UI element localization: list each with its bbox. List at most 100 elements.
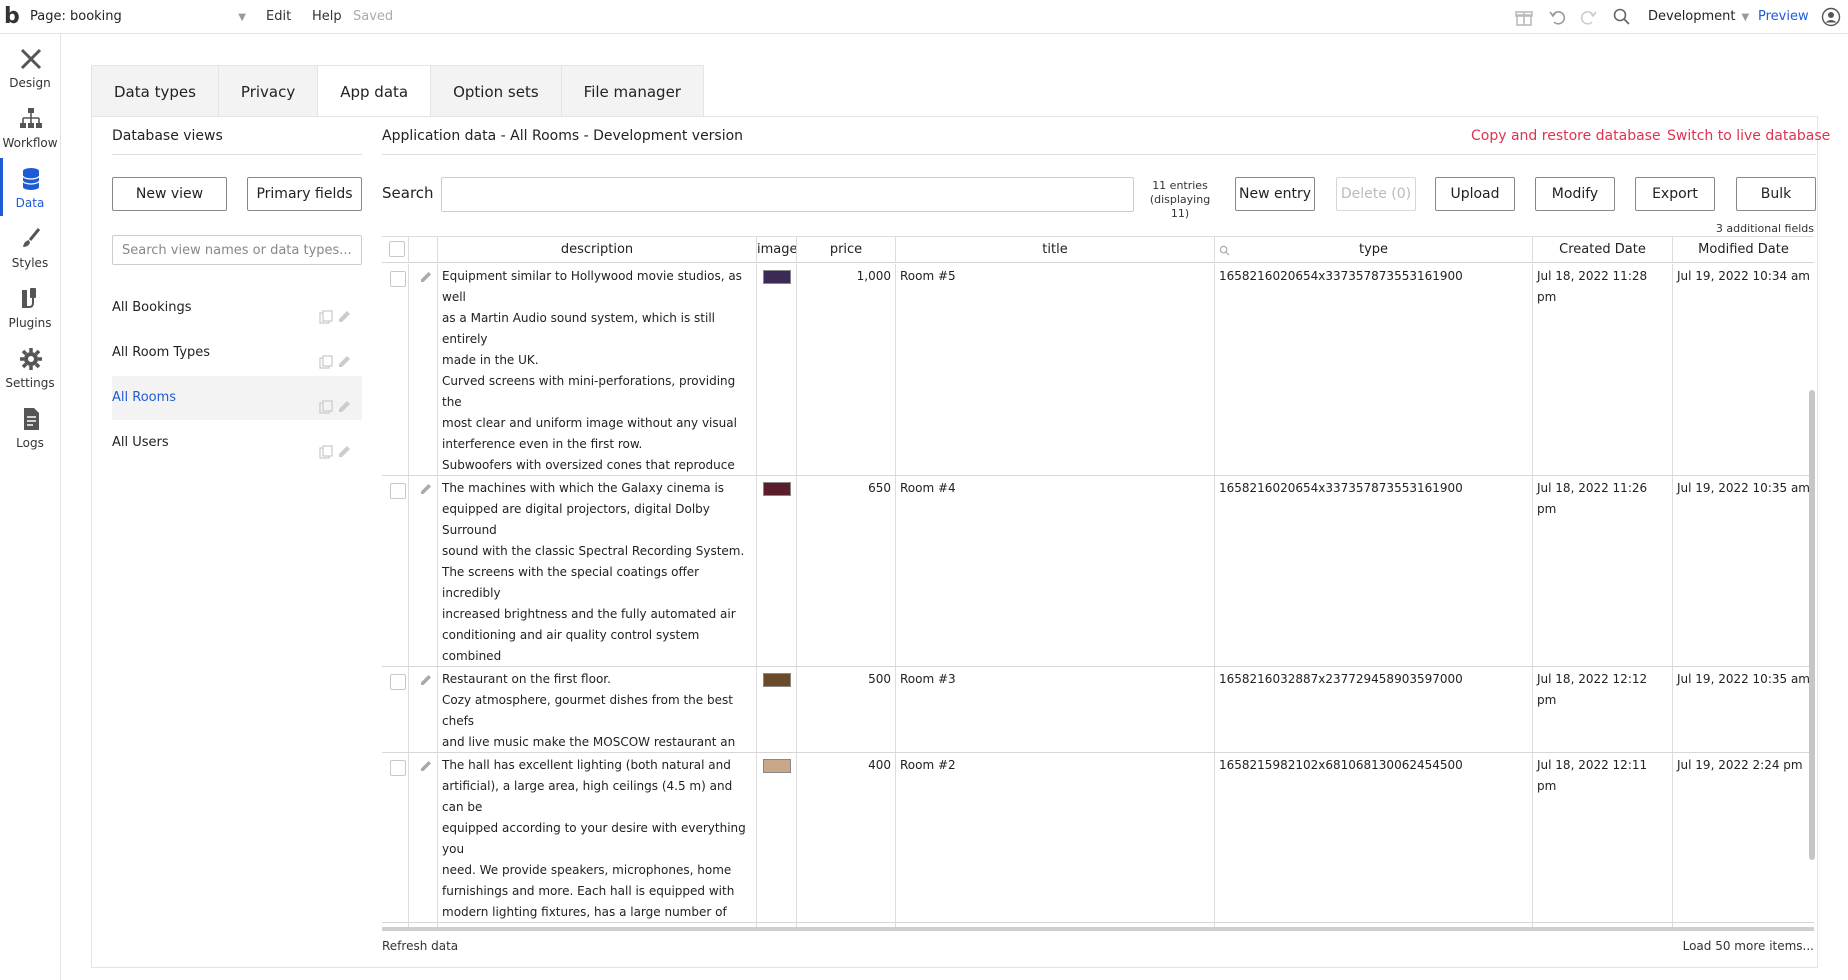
copy-icon[interactable] bbox=[318, 399, 334, 415]
created-date-cell[interactable]: Jul 18, 2022 12:11 pm bbox=[1533, 753, 1673, 922]
type-cell[interactable]: 1658216020654x337357873553161900 bbox=[1215, 264, 1533, 475]
view-item-all-users[interactable]: All Users bbox=[112, 421, 362, 465]
row-checkbox[interactable] bbox=[390, 271, 406, 287]
image-cell[interactable] bbox=[757, 753, 797, 922]
description-cell[interactable]: Restaurant on the first floor. Cozy atmos… bbox=[438, 667, 757, 752]
image-cell[interactable] bbox=[757, 667, 797, 752]
copy-icon[interactable] bbox=[318, 444, 334, 460]
price-cell[interactable]: 650 bbox=[797, 476, 896, 666]
redo-icon[interactable] bbox=[1578, 7, 1598, 27]
modified-date-cell[interactable]: Jul 19, 2022 10:34 am bbox=[1673, 264, 1814, 475]
created-date-cell[interactable]: Jul 18, 2022 11:28 pm bbox=[1533, 264, 1673, 475]
vertical-scrollbar[interactable] bbox=[1809, 390, 1815, 860]
room-thumbnail[interactable] bbox=[763, 482, 791, 496]
new-view-button[interactable]: New view bbox=[112, 177, 227, 211]
nav-plugins[interactable]: Plugins bbox=[0, 278, 60, 336]
pencil-icon[interactable] bbox=[336, 444, 352, 460]
price-cell[interactable]: 1,000 bbox=[797, 264, 896, 475]
search-input[interactable] bbox=[441, 177, 1134, 212]
room-thumbnail[interactable] bbox=[763, 759, 791, 773]
pencil-icon[interactable] bbox=[419, 673, 433, 687]
header-title[interactable]: title bbox=[896, 237, 1215, 262]
select-all-checkbox[interactable] bbox=[389, 241, 405, 257]
price-cell[interactable]: 400 bbox=[797, 753, 896, 922]
type-cell[interactable]: 1658216020654x337357873553161900 bbox=[1215, 476, 1533, 666]
load-more-link[interactable]: Load 50 more items... bbox=[1683, 939, 1814, 953]
switch-live-database-link[interactable]: Switch to live database bbox=[1667, 128, 1830, 144]
pencil-icon[interactable] bbox=[419, 482, 433, 496]
room-thumbnail[interactable] bbox=[763, 270, 791, 284]
title-cell[interactable]: Room #4 bbox=[896, 476, 1215, 666]
image-cell[interactable] bbox=[757, 476, 797, 666]
copy-icon[interactable] bbox=[318, 309, 334, 325]
pencil-icon[interactable] bbox=[419, 759, 433, 773]
row-checkbox[interactable] bbox=[390, 760, 406, 776]
copy-icon[interactable] bbox=[318, 354, 334, 370]
nav-settings[interactable]: Settings bbox=[0, 338, 60, 396]
header-created-date[interactable]: Created Date bbox=[1533, 237, 1673, 262]
refresh-data-link[interactable]: Refresh data bbox=[382, 939, 458, 953]
export-button[interactable]: Export bbox=[1635, 177, 1715, 211]
table-row[interactable]: Equipment similar to Hollywood movie stu… bbox=[382, 264, 1814, 476]
nav-styles[interactable]: Styles bbox=[0, 218, 60, 276]
price-cell[interactable]: 500 bbox=[797, 667, 896, 752]
new-entry-button[interactable]: New entry bbox=[1235, 177, 1315, 211]
row-checkbox[interactable] bbox=[390, 674, 406, 690]
header-description[interactable]: description bbox=[438, 237, 757, 262]
tab-privacy[interactable]: Privacy bbox=[217, 65, 318, 117]
nav-workflow[interactable]: Workflow bbox=[0, 98, 60, 156]
search-views-input[interactable] bbox=[112, 235, 362, 265]
view-item-all-rooms[interactable]: All Rooms bbox=[112, 376, 362, 420]
description-cell[interactable]: The hall has excellent lighting (both na… bbox=[438, 753, 757, 922]
created-date-cell[interactable]: Jul 18, 2022 11:26 pm bbox=[1533, 476, 1673, 666]
copy-restore-database-link[interactable]: Copy and restore database bbox=[1471, 128, 1661, 144]
primary-fields-button[interactable]: Primary fields bbox=[247, 177, 362, 211]
table-row[interactable]: Restaurant on the first floor. Cozy atmos… bbox=[382, 667, 1814, 753]
delete-button[interactable]: Delete (0) bbox=[1336, 177, 1416, 211]
pencil-icon[interactable] bbox=[419, 270, 433, 284]
image-cell[interactable] bbox=[757, 264, 797, 475]
view-item-all-room-types[interactable]: All Room Types bbox=[112, 331, 362, 375]
nav-logs[interactable]: Logs bbox=[0, 398, 60, 456]
header-image[interactable]: image bbox=[757, 237, 797, 262]
horizontal-scrollbar[interactable] bbox=[382, 927, 1814, 931]
modified-date-cell[interactable]: Jul 19, 2022 2:24 pm bbox=[1673, 753, 1814, 922]
menu-help[interactable]: Help bbox=[312, 6, 342, 28]
additional-fields-link[interactable]: 3 additional fields bbox=[1716, 222, 1814, 235]
pencil-icon[interactable] bbox=[336, 309, 352, 325]
title-cell[interactable]: Room #3 bbox=[896, 667, 1215, 752]
table-row[interactable]: The machines with which the Galaxy cinem… bbox=[382, 476, 1814, 667]
undo-icon[interactable] bbox=[1548, 7, 1568, 27]
nav-data[interactable]: Data bbox=[0, 158, 60, 216]
header-price[interactable]: price bbox=[797, 237, 896, 262]
menu-edit[interactable]: Edit bbox=[266, 6, 291, 28]
modify-button[interactable]: Modify bbox=[1535, 177, 1615, 211]
room-thumbnail[interactable] bbox=[763, 673, 791, 687]
bubble-logo[interactable]: b bbox=[4, 4, 26, 30]
tab-app-data[interactable]: App data bbox=[317, 65, 431, 117]
view-item-all-bookings[interactable]: All Bookings bbox=[112, 286, 362, 330]
modified-date-cell[interactable]: Jul 19, 2022 10:35 am bbox=[1673, 476, 1814, 666]
type-cell[interactable]: 1658216032887x237729458903597000 bbox=[1215, 667, 1533, 752]
tab-file-manager[interactable]: File manager bbox=[560, 65, 704, 117]
description-cell[interactable]: Equipment similar to Hollywood movie stu… bbox=[438, 264, 757, 475]
modified-date-cell[interactable]: Jul 19, 2022 10:35 am bbox=[1673, 667, 1814, 752]
nav-design[interactable]: Design bbox=[0, 38, 60, 96]
environment-selector[interactable]: Development ▼ bbox=[1648, 6, 1749, 28]
created-date-cell[interactable]: Jul 18, 2022 12:12 pm bbox=[1533, 667, 1673, 752]
tab-data-types[interactable]: Data types bbox=[91, 65, 218, 117]
upload-button[interactable]: Upload bbox=[1435, 177, 1515, 211]
header-type[interactable]: type bbox=[1215, 237, 1533, 262]
description-cell[interactable]: The machines with which the Galaxy cinem… bbox=[438, 476, 757, 666]
search-icon[interactable] bbox=[1612, 7, 1632, 27]
row-checkbox[interactable] bbox=[390, 483, 406, 499]
page-selector[interactable]: Page: booking ▼ bbox=[30, 6, 248, 28]
account-avatar-icon[interactable] bbox=[1821, 7, 1841, 27]
tab-option-sets[interactable]: Option sets bbox=[430, 65, 561, 117]
title-cell[interactable]: Room #5 bbox=[896, 264, 1215, 475]
pencil-icon[interactable] bbox=[336, 399, 352, 415]
pencil-icon[interactable] bbox=[336, 354, 352, 370]
preview-link[interactable]: Preview bbox=[1758, 6, 1809, 28]
gift-icon[interactable] bbox=[1514, 7, 1534, 27]
header-modified-date[interactable]: Modified Date bbox=[1673, 237, 1814, 262]
